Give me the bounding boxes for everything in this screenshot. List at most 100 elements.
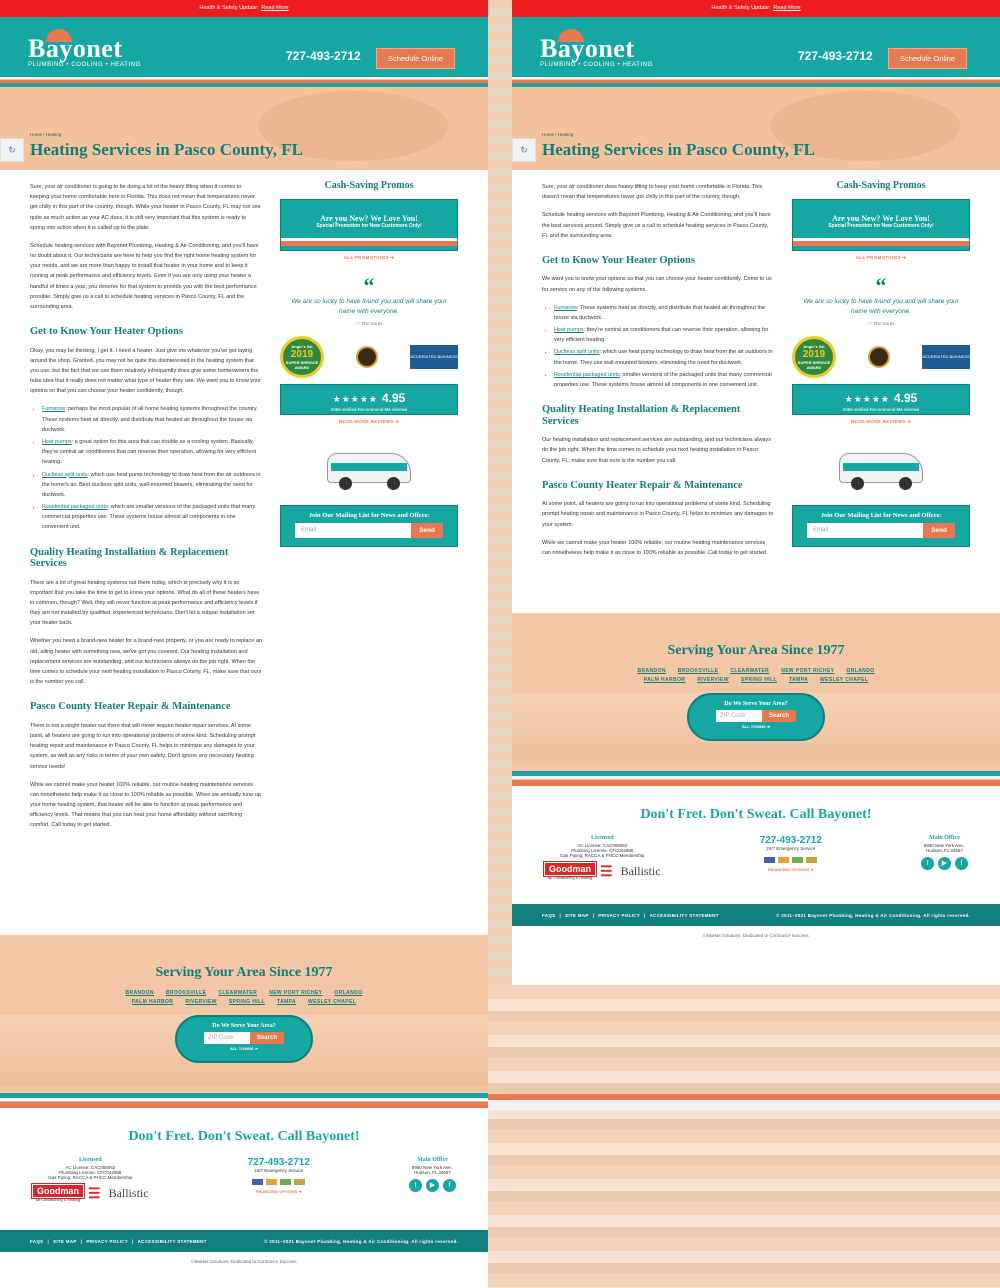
email-field[interactable]: Email [295,522,412,538]
list-item: Furnaces: perhaps the most popular of al… [42,404,262,435]
youtube-icon[interactable]: ▶ [426,1179,439,1192]
facebook-icon[interactable]: f [443,1179,456,1192]
town-link[interactable]: SPRING HILL [741,677,777,683]
schedule-online-button[interactable]: Schedule Online [376,48,456,69]
footer-phone[interactable]: 727-493-2712 [760,835,822,846]
town-link[interactable]: SPRING HILL [229,999,265,1005]
site-map-link[interactable]: SITE MAP [53,1239,77,1244]
town-link[interactable]: TAMPA [789,677,808,683]
angies-list-badge: Angie's list 2019 SUPER SERVICE AWARD [792,335,836,378]
service-area-section: Serving Your Area Since 1977 BRANDON BROO… [0,935,488,1115]
town-link[interactable]: WESLEY CHAPEL [820,677,868,683]
faqs-link[interactable]: FAQS [542,913,555,918]
promo-card[interactable]: Are you New? We Love You! Special Promot… [792,199,970,251]
town-link[interactable]: RIVERVIEW [185,999,217,1005]
award-badges: Angie's list 2019 SUPER SERVICE AWARD ACCR… [280,334,458,380]
zip-code-input[interactable]: ZIP Code [715,710,762,722]
privacy-link[interactable]: PRIVACY POLICY [598,913,640,918]
footer-tagline: Don't Fret. Don't Sweat. Call Bayonet! [128,1129,360,1144]
send-button[interactable]: Send [923,522,955,538]
financing-link[interactable]: FINANCING OPTIONS ➜ [760,867,822,872]
intro-paragraph: Sure, your air conditioner does heavy li… [542,184,763,201]
service-van-image [327,447,411,493]
rating-box: ★★★★★ 4.95 2966 verified Recommend Me rev… [280,383,458,415]
town-link[interactable]: ORLANDO [846,668,874,674]
read-more-reviews-link[interactable]: READ MORE REVIEWS ➜ [280,419,458,425]
imarket-credit[interactable]: i iMarket Solutions: Dedicated to Contra… [0,1252,488,1272]
intro-paragraph: Schedule heating services with Bayonet P… [542,212,771,239]
rating-box: ★★★★★ 4.95 2966 verified Recommend Me rev… [792,383,970,415]
town-link[interactable]: CLEARWATER [730,668,769,674]
recaptcha-icon[interactable]: ↻ [512,138,536,162]
schedule-online-button[interactable]: Schedule Online [888,48,968,69]
recaptcha-icon[interactable]: ↻ [0,138,24,162]
header-phone[interactable]: 727-493-2712 [798,49,873,63]
town-link[interactable]: BROOKSVILLE [166,990,207,996]
town-link[interactable]: TAMPA [277,999,296,1005]
promo-card[interactable]: Are you New? We Love You! Special Promot… [280,199,458,251]
breadcrumb[interactable]: Home / Heating [542,132,573,137]
bayonet-logo[interactable]: Bayonet PLUMBING • COOLING • HEATING [28,29,141,68]
ductless-link[interactable]: Ductless split units [554,349,600,355]
breadcrumb[interactable]: Home / Heating [30,132,61,137]
town-link[interactable]: BRANDON [125,990,153,996]
town-link[interactable]: PALM HARBOR [132,999,174,1005]
town-link[interactable]: CLEARWATER [218,990,257,996]
accessibility-link[interactable]: ACCESSIBILITY STATEMENT [650,913,719,918]
body-paragraph: While we cannot make your heater 100% re… [30,781,261,829]
accessibility-link[interactable]: ACCESSIBILITY STATEMENT [138,1239,207,1244]
faqs-link[interactable]: FAQS [30,1239,43,1244]
town-link[interactable]: BRANDON [637,668,665,674]
bayonet-logo[interactable]: Bayonet PLUMBING • COOLING • HEATING [540,29,653,68]
read-more-reviews-link[interactable]: READ MORE REVIEWS ➜ [792,419,970,425]
privacy-link[interactable]: PRIVACY POLICY [86,1239,128,1244]
all-promotions-link[interactable]: ALL PROMOTIONS ➜ [792,255,970,261]
town-link[interactable]: NEW PORT RICHEY [269,990,322,996]
email-field[interactable]: Email [807,522,924,538]
youtube-icon[interactable]: ▶ [938,857,951,870]
read-more-link[interactable]: Read More [773,5,800,11]
all-towns-link[interactable]: ALL TOWNS ➜ [689,724,823,729]
body-paragraph: While we cannot make your heater 100% re… [542,539,768,556]
town-link[interactable]: BROOKSVILLE [678,668,719,674]
town-link[interactable]: ORLANDO [334,990,362,996]
footer-phone[interactable]: 727-493-2712 [248,1157,310,1168]
twitter-icon[interactable]: t [921,857,934,870]
furnaces-link[interactable]: Furnaces [554,305,577,311]
copyright: © 2011–2021 Bayonet Plumbing, Heating & … [776,912,970,918]
financing-link[interactable]: FINANCING OPTIONS ➜ [248,1189,310,1194]
town-link[interactable]: RIVERVIEW [697,677,729,683]
bbb-badge[interactable]: ACCREDITED BUSINESS [922,344,970,369]
town-link[interactable]: NEW PORT RICHEY [781,668,834,674]
site-map-link[interactable]: SITE MAP [565,913,589,918]
read-more-link[interactable]: Read More [261,5,288,11]
main-content: Sure, your air conditioner does heavy li… [512,170,1000,613]
payment-cards-icon [248,1179,310,1185]
heat-pumps-link[interactable]: Heat pumps [42,439,72,445]
testimonial-text: We are so lucky to have found you and wi… [803,298,959,315]
header-phone[interactable]: 727-493-2712 [286,49,361,63]
zip-search-button[interactable]: Search [249,1032,284,1044]
ballistic-icon: ☰ [600,862,613,879]
promos-heading: Cash-Saving Promos [836,180,926,191]
ductless-link[interactable]: Ductless split units [42,472,88,478]
zip-search-button[interactable]: Search [761,710,796,722]
town-link[interactable]: PALM HARBOR [644,677,686,683]
heat-pumps-link[interactable]: Heat pumps [554,327,584,333]
twitter-icon[interactable]: t [409,1179,422,1192]
packaged-units-link[interactable]: Residential packaged units [554,372,620,378]
imarket-credit[interactable]: i iMarket Solutions: Dedicated to Contra… [512,926,1000,946]
send-button[interactable]: Send [411,522,443,538]
furnaces-link[interactable]: Furnaces [42,406,65,412]
zip-code-input[interactable]: ZIP Code [203,1032,250,1044]
body-paragraph: There are a lot of great heating systems… [30,579,260,627]
bbb-badge[interactable]: ACCREDITED BUSINESS [410,344,458,369]
testimonial-author: — The Gores [867,320,895,326]
page-title: Heating Services in Pasco County, FL [30,140,303,159]
testimonial-text: We are so lucky to have found you and wi… [291,298,447,315]
facebook-icon[interactable]: f [955,857,968,870]
all-towns-link[interactable]: ALL TOWNS ➜ [177,1046,311,1051]
packaged-units-link[interactable]: Residential packaged units [42,504,108,510]
town-link[interactable]: WESLEY CHAPEL [308,999,356,1005]
all-promotions-link[interactable]: ALL PROMOTIONS ➜ [280,255,458,261]
